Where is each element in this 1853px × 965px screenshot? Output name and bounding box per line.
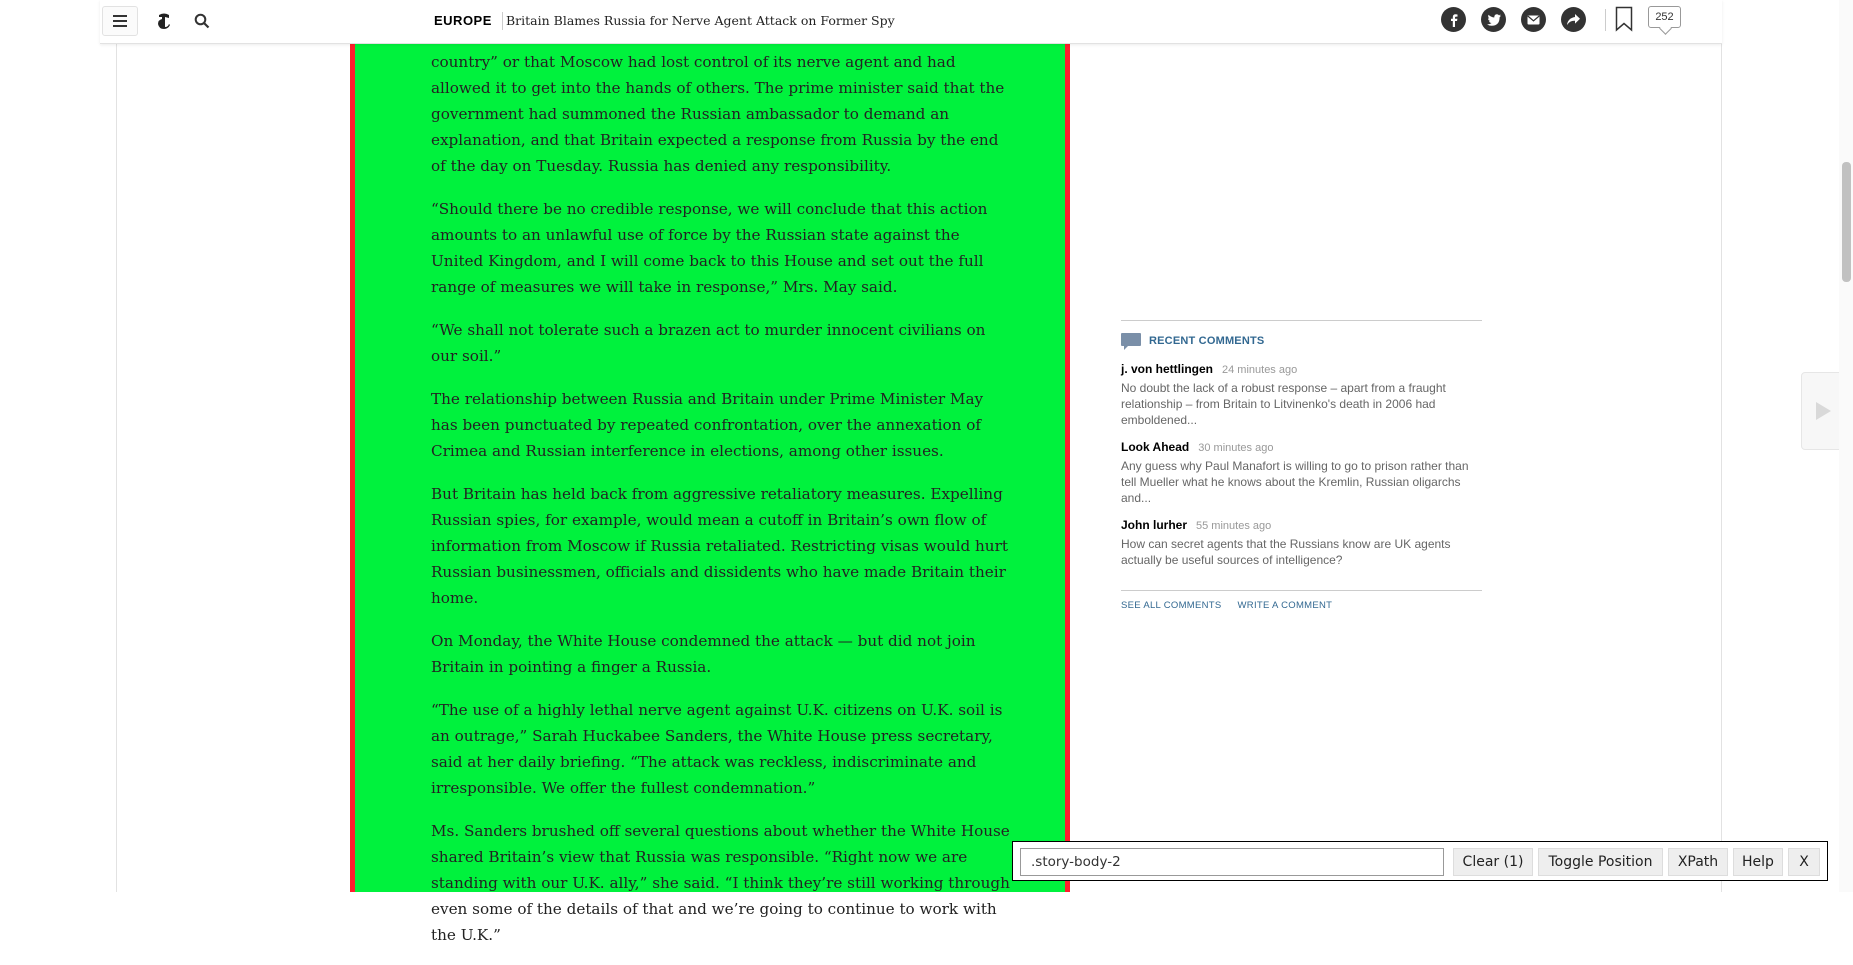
help-button[interactable]: Help (1733, 848, 1783, 876)
header-headline: Britain Blames Russia for Nerve Agent At… (506, 13, 895, 28)
comment-time: 24 minutes ago (1222, 364, 1298, 376)
comment-author[interactable]: Look Ahead (1121, 440, 1189, 454)
story-paragraph: Ms. Sanders brushed off several question… (431, 822, 1010, 944)
email-share-button[interactable] (1521, 7, 1546, 32)
comment-item: Look Ahead 30 minutes ago Any guess why … (1121, 440, 1482, 506)
story-paragraph: country” or that Moscow had lost control… (431, 53, 1005, 175)
story-paragraph: “Should there be no credible response, w… (431, 200, 988, 296)
comment-author[interactable]: John lurher (1121, 518, 1187, 532)
comment-time: 30 minutes ago (1198, 442, 1274, 454)
search-button[interactable] (184, 6, 220, 36)
story-body: country” or that Moscow had lost control… (431, 44, 1011, 965)
recent-comments-module: RECENT COMMENTS j. von hettlingen 24 min… (1121, 320, 1482, 611)
recent-comments-title: RECENT COMMENTS (1149, 335, 1265, 347)
comment-text[interactable]: No doubt the lack of a robust response –… (1121, 380, 1483, 428)
email-icon (1527, 15, 1540, 24)
recent-comments-footer: SEE ALL COMMENTS WRITE A COMMENT (1121, 590, 1482, 611)
story-paragraph: The relationship between Russia and Brit… (431, 390, 984, 460)
twitter-icon (1486, 13, 1501, 26)
comment-time: 55 minutes ago (1196, 520, 1272, 532)
comment-author[interactable]: j. von hettlingen (1121, 362, 1213, 376)
story-paragraph: “The use of a highly lethal nerve agent … (431, 701, 1003, 797)
selector-tool: Clear (1) Toggle Position XPath Help X (1012, 841, 1828, 881)
header-divider (502, 12, 503, 30)
comment-text[interactable]: Any guess why Paul Manafort is willing t… (1121, 458, 1483, 506)
story-paragraph: On Monday, the White House condemned the… (431, 632, 976, 676)
section-label[interactable]: EUROPE (434, 13, 492, 28)
close-button[interactable]: X (1788, 848, 1820, 876)
see-all-comments-link[interactable]: SEE ALL COMMENTS (1121, 600, 1222, 611)
write-comment-link[interactable]: WRITE A COMMENT (1238, 600, 1333, 611)
menu-icon (113, 15, 127, 27)
arrow-right-icon (1816, 402, 1831, 420)
header-separator (1605, 9, 1606, 31)
comment-count-button[interactable]: 252 (1648, 6, 1681, 28)
comment-item: j. von hettlingen 24 minutes ago No doub… (1121, 362, 1482, 428)
menu-button[interactable] (102, 6, 138, 36)
story-paragraph: “We shall not tolerate such a brazen act… (431, 321, 986, 365)
comment-text[interactable]: How can secret agents that the Russians … (1121, 536, 1483, 568)
share-icon (1567, 14, 1580, 25)
facebook-icon (1450, 13, 1457, 27)
bookmark-icon (1615, 6, 1633, 32)
facebook-share-button[interactable] (1441, 7, 1466, 32)
recent-comments-header: RECENT COMMENTS (1121, 332, 1482, 350)
story-body-highlight: country” or that Moscow had lost control… (350, 44, 1070, 944)
masthead: EUROPE Britain Blames Russia for Nerve A… (100, 0, 1722, 44)
search-icon (194, 13, 210, 29)
more-share-button[interactable] (1561, 7, 1586, 32)
twitter-share-button[interactable] (1481, 7, 1506, 32)
xpath-button[interactable]: XPath (1668, 848, 1728, 876)
selector-input[interactable] (1020, 848, 1444, 876)
nyt-logo-icon (158, 13, 170, 29)
nyt-logo-button[interactable] (146, 6, 182, 36)
toggle-position-button[interactable]: Toggle Position (1538, 848, 1663, 876)
comment-bubble-icon (1121, 333, 1141, 350)
save-article-button[interactable] (1615, 6, 1637, 34)
comment-item: John lurher 55 minutes ago How can secre… (1121, 518, 1482, 568)
page-scrollbar[interactable] (1839, 0, 1853, 892)
clear-button[interactable]: Clear (1) (1453, 848, 1533, 876)
scrollbar-thumb[interactable] (1842, 162, 1851, 282)
story-paragraph: But Britain has held back from aggressiv… (431, 485, 1008, 607)
